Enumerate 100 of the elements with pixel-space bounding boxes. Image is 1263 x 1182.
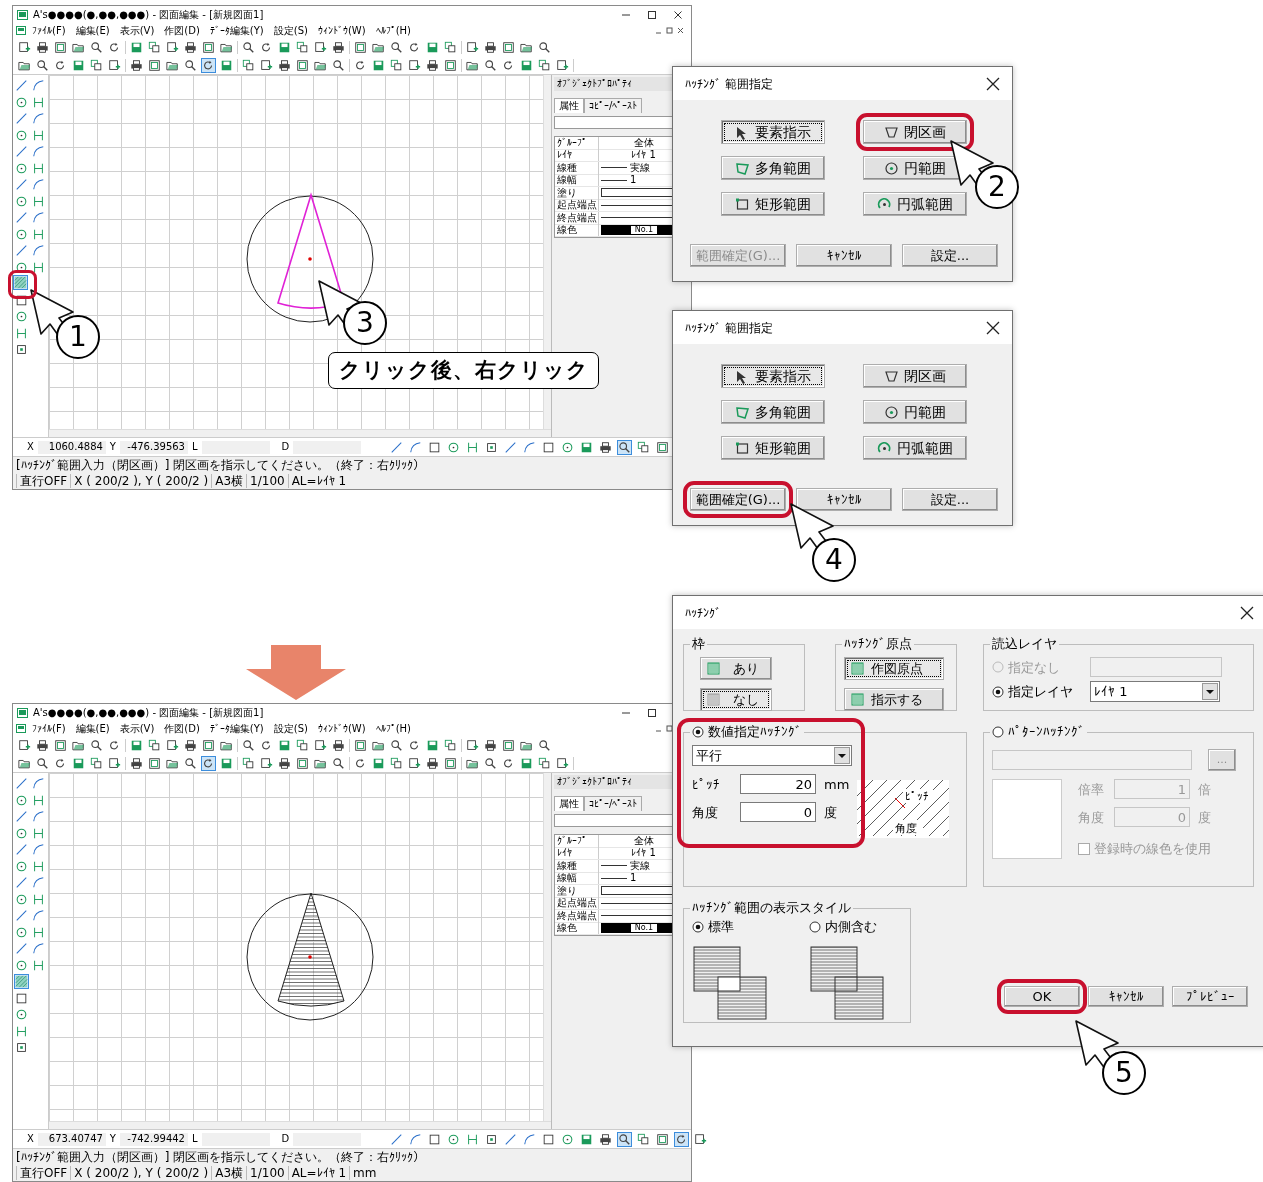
style-dropdown[interactable]: 平行	[692, 745, 852, 767]
printer-icon[interactable]	[130, 756, 143, 770]
magnifier-icon[interactable]	[618, 1132, 632, 1146]
rotate-icon[interactable]	[408, 40, 421, 54]
magnifier-icon[interactable]	[538, 40, 551, 54]
frame-icon[interactable]	[54, 40, 67, 54]
close-icon[interactable]	[673, 9, 683, 20]
close-icon[interactable]	[1240, 605, 1254, 620]
node-icon[interactable]	[15, 1041, 28, 1054]
frame-icon[interactable]	[148, 756, 161, 770]
dimension-icon[interactable]	[32, 95, 45, 109]
horizontal-scrollbar[interactable]	[49, 429, 551, 438]
dimension-icon[interactable]	[32, 260, 45, 274]
printer-icon[interactable]	[36, 40, 49, 54]
line-icon[interactable]	[390, 440, 404, 454]
magnifier-icon[interactable]	[242, 40, 255, 54]
circle-icon[interactable]	[561, 1132, 575, 1146]
line-icon[interactable]	[15, 876, 28, 889]
line-icon[interactable]	[15, 909, 28, 922]
range-mode-button[interactable]: 多角範囲	[721, 400, 825, 424]
squares-icon[interactable]	[390, 756, 403, 770]
circle-icon[interactable]	[15, 793, 28, 807]
squares-icon[interactable]	[296, 40, 309, 54]
squares-icon[interactable]	[390, 58, 403, 72]
circle-icon[interactable]	[15, 310, 28, 323]
printer-icon[interactable]	[36, 738, 49, 752]
rotate-icon[interactable]	[354, 58, 367, 72]
line-icon[interactable]	[15, 145, 28, 158]
layer-dropdown[interactable]: ﾚｲﾔ 1	[1090, 681, 1220, 703]
menu-item[interactable]: ﾃﾞｰﾀ編集(Y)	[205, 722, 268, 735]
panel-tab[interactable]: 属性	[554, 796, 584, 811]
circle-icon[interactable]	[447, 1132, 461, 1146]
page-icon[interactable]	[18, 40, 31, 54]
menu-item[interactable]: 編集(E)	[71, 722, 114, 735]
dialog-button[interactable]: ｷｬﾝｾﾙ	[796, 244, 892, 267]
frame-icon[interactable]	[444, 756, 457, 770]
curve-icon[interactable]	[32, 876, 45, 889]
frame-icon[interactable]	[444, 58, 457, 72]
circle-icon[interactable]	[15, 227, 28, 241]
circle-icon[interactable]	[561, 440, 575, 454]
curve-icon[interactable]	[32, 810, 45, 823]
page-icon[interactable]	[260, 58, 273, 72]
circle-icon[interactable]	[447, 440, 461, 454]
dimension-icon[interactable]	[32, 925, 45, 939]
dialog-button[interactable]: 範囲確定(G)...	[690, 488, 786, 511]
squares-icon[interactable]	[538, 756, 551, 770]
circle-icon[interactable]	[15, 95, 28, 109]
restore-icon[interactable]	[666, 27, 673, 34]
frame-icon[interactable]	[656, 1132, 670, 1146]
curve-icon[interactable]	[32, 777, 45, 790]
curve-icon[interactable]	[32, 244, 45, 257]
curve-icon[interactable]	[523, 1132, 537, 1146]
page-icon[interactable]	[556, 58, 569, 72]
curve-icon[interactable]	[32, 112, 45, 125]
menu-item[interactable]: 設定(S)	[269, 24, 312, 37]
page-icon[interactable]	[260, 756, 273, 770]
squares-icon[interactable]	[242, 756, 255, 770]
range-mode-button[interactable]: 円弧範囲	[863, 436, 967, 460]
radio-button[interactable]	[992, 726, 1004, 739]
dimension-icon[interactable]	[32, 892, 45, 906]
vertical-scrollbar[interactable]	[543, 773, 551, 1122]
rotate-icon[interactable]	[502, 58, 515, 72]
magnifier-icon[interactable]	[390, 40, 403, 54]
page-icon[interactable]	[166, 738, 179, 752]
printer-icon[interactable]	[184, 40, 197, 54]
line-icon[interactable]	[504, 1132, 518, 1146]
dimension-icon[interactable]	[15, 326, 28, 340]
curve-icon[interactable]	[32, 942, 45, 955]
pattern-field[interactable]	[992, 750, 1192, 771]
page-icon[interactable]	[408, 756, 421, 770]
frame-icon[interactable]	[354, 738, 367, 752]
rectangle-icon[interactable]	[542, 440, 556, 454]
frame-icon[interactable]	[202, 738, 215, 752]
page-icon[interactable]	[166, 40, 179, 54]
line-icon[interactable]	[390, 1132, 404, 1146]
magnifier-icon[interactable]	[36, 58, 49, 72]
rotate-icon[interactable]	[202, 58, 215, 72]
menu-item[interactable]: ｳｨﾝﾄﾞｳ(W)	[313, 24, 370, 37]
frame-icon[interactable]	[202, 40, 215, 54]
dimension-icon[interactable]	[32, 793, 45, 807]
curve-icon[interactable]	[32, 178, 45, 191]
line-icon[interactable]	[15, 942, 28, 955]
printer-icon[interactable]	[332, 738, 345, 752]
pitch-field[interactable]: 20	[740, 774, 816, 795]
node-icon[interactable]	[485, 440, 499, 454]
frame-icon[interactable]	[502, 40, 515, 54]
close-icon[interactable]	[677, 27, 684, 34]
printer-icon[interactable]	[599, 1132, 613, 1146]
dimension-icon[interactable]	[466, 1132, 480, 1146]
rectangle-icon[interactable]	[428, 440, 442, 454]
close-icon[interactable]	[986, 320, 1000, 335]
page-icon[interactable]	[408, 58, 421, 72]
magnifier-icon[interactable]	[484, 756, 497, 770]
rotate-icon[interactable]	[54, 58, 67, 72]
rotate-icon[interactable]	[260, 738, 273, 752]
curve-icon[interactable]	[32, 145, 45, 158]
node-icon[interactable]	[15, 343, 28, 356]
menu-item[interactable]: 設定(S)	[269, 722, 312, 735]
line-icon[interactable]	[504, 440, 518, 454]
rectangle-icon[interactable]	[542, 1132, 556, 1146]
